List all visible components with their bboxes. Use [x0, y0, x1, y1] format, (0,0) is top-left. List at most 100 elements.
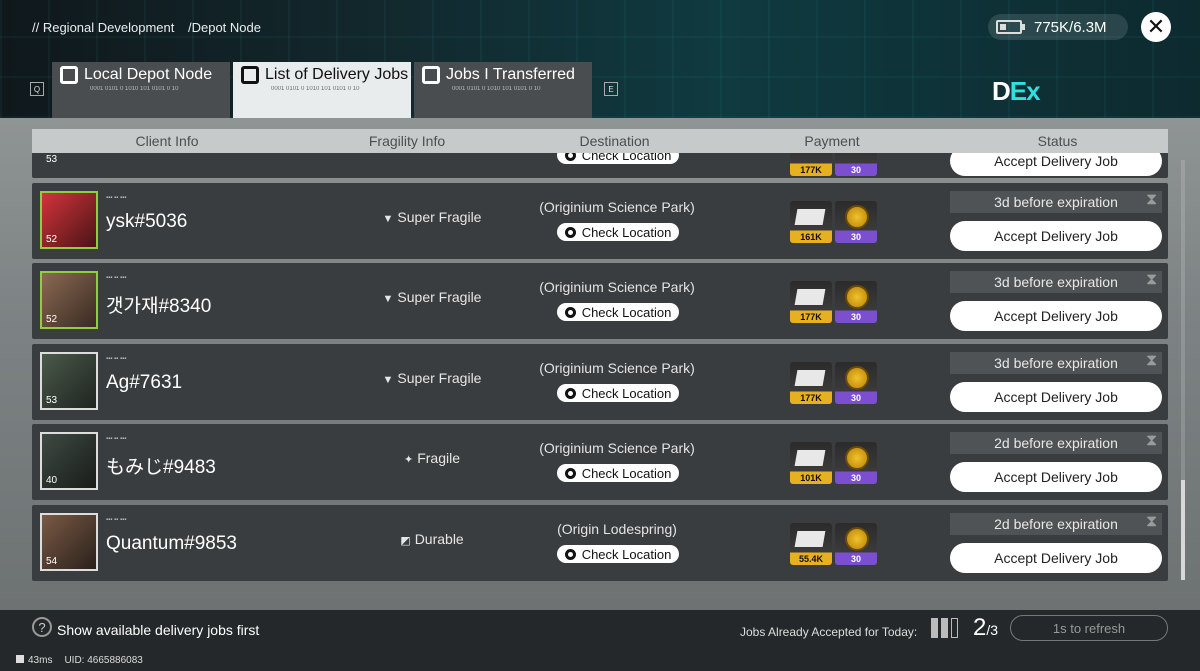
- payment-cash-value: 161K: [800, 232, 822, 242]
- fragility-label: Super Fragile: [397, 209, 482, 225]
- col-status: Status: [1037, 133, 1078, 149]
- accept-delivery-button[interactable]: Accept Delivery Job: [950, 221, 1162, 251]
- expiry-status: 3d before expiration: [950, 352, 1162, 374]
- fragility-info: ◩ Durable: [352, 531, 512, 547]
- tab-jobs-i-transferred[interactable]: Jobs I Transferred 0001 0101 0 1010 101 …: [414, 62, 592, 118]
- close-icon: ✕: [1146, 14, 1166, 39]
- refresh-button[interactable]: 1s to refresh: [1010, 615, 1168, 641]
- breadcrumb-item-regional[interactable]: // Regional Development: [32, 20, 174, 35]
- accept-label: Accept Delivery Job: [994, 153, 1118, 169]
- tab-label: Local Depot Node: [84, 66, 213, 83]
- resource-counter: 775K/6.3M: [988, 14, 1128, 40]
- client-level: 54: [46, 556, 58, 567]
- table-row-partial: 53 Check Location 177K 30 Accept Deliver…: [32, 134, 1168, 178]
- cash-icon: [794, 289, 826, 305]
- location-pin-icon: [564, 467, 576, 479]
- table-row[interactable]: 53 ▪▪▪ ▪▪ ▪▪▪ Ag#7631 ▼ Super Fragile (Or…: [32, 344, 1168, 420]
- payment-cash-value: 177K: [800, 165, 822, 175]
- scrollbar[interactable]: [1181, 160, 1185, 580]
- tab-label: Jobs I Transferred: [446, 66, 575, 83]
- client-name: Quantum#9853: [106, 533, 237, 554]
- client-level: 53: [46, 395, 58, 406]
- check-location-button[interactable]: Check Location: [557, 545, 679, 563]
- check-location-label: Check Location: [581, 304, 672, 320]
- check-location-button[interactable]: Check Location: [557, 464, 679, 482]
- client-name: Ag#7631: [106, 372, 183, 393]
- accepted-count: 2/3: [973, 614, 998, 642]
- payment-coin: 30: [835, 362, 877, 404]
- brand-logo: DEx: [992, 76, 1102, 110]
- payment-cash-value: 101K: [800, 473, 822, 483]
- signal-icon: [16, 655, 24, 663]
- cash-icon: [794, 450, 826, 466]
- fragility-label: Durable: [414, 531, 464, 547]
- client-tag: ▪▪▪ ▪▪ ▪▪▪: [106, 436, 127, 442]
- accept-delivery-button[interactable]: Accept Delivery Job: [950, 543, 1162, 573]
- fragile-icon: ✦: [403, 454, 414, 466]
- payment-coin: 30: [835, 201, 877, 243]
- client-avatar[interactable]: 54: [40, 513, 98, 571]
- tab-sub: 0001 0101 0 1010 101 0101 0 10: [271, 86, 360, 92]
- payment-coin: 30: [835, 523, 877, 565]
- col-client-info: Client Info: [135, 133, 199, 149]
- client-avatar[interactable]: 52: [40, 191, 98, 249]
- check-location-label: Check Location: [581, 385, 672, 401]
- super-fragile-icon: ▼: [382, 293, 394, 305]
- payment-coin-value: 30: [850, 312, 861, 322]
- payment-coin-value: 30: [850, 232, 861, 242]
- check-location-button[interactable]: Check Location: [557, 223, 679, 241]
- payment-coin-value: 30: [850, 393, 861, 403]
- accept-delivery-button[interactable]: Accept Delivery Job: [950, 462, 1162, 492]
- durable-icon: ◩: [400, 535, 411, 547]
- ping: 43ms: [16, 655, 52, 666]
- destination: (Origin Lodespring): [557, 521, 677, 537]
- location-pin-icon: [564, 306, 576, 318]
- payment-cash-value: 55.4K: [798, 554, 824, 564]
- breadcrumb: // Regional Development /Depot Node: [32, 20, 271, 35]
- cash-icon: [794, 209, 826, 225]
- col-destination: Destination: [579, 133, 650, 149]
- fragility-info: ✦ Fragile: [352, 450, 512, 466]
- client-tag: ▪▪▪ ▪▪ ▪▪▪: [106, 517, 127, 523]
- scrollbar-thumb[interactable]: [1181, 480, 1185, 580]
- check-location-label: Check Location: [581, 224, 672, 240]
- fragility-info: ▼ Super Fragile: [352, 370, 512, 386]
- coin-icon: [845, 527, 869, 551]
- accept-delivery-button[interactable]: Accept Delivery Job: [950, 301, 1162, 331]
- client-avatar[interactable]: 53: [40, 352, 98, 410]
- accept-label: Accept Delivery Job: [994, 228, 1118, 244]
- client-level: 53: [46, 154, 58, 165]
- accept-delivery-button[interactable]: Accept Delivery Job: [950, 382, 1162, 412]
- battery-icon: [996, 20, 1025, 34]
- fragility-label: Super Fragile: [397, 289, 482, 305]
- coin-icon: [845, 285, 869, 309]
- check-location-button[interactable]: Check Location: [557, 303, 679, 321]
- table-row[interactable]: 40 ▪▪▪ ▪▪ ▪▪▪ もみじ#9483 ✦ Fragile (Origini…: [32, 424, 1168, 500]
- payment-cash-value: 177K: [800, 312, 822, 322]
- close-button[interactable]: ✕: [1141, 12, 1171, 42]
- help-icon[interactable]: ?: [32, 617, 52, 637]
- show-available-first-toggle[interactable]: Show available delivery jobs first: [57, 622, 259, 638]
- table-header: Client Info Fragility Info Destination P…: [32, 129, 1168, 153]
- slot-empty: [951, 618, 958, 638]
- depot-icon: [241, 66, 259, 84]
- tab-local-depot-node[interactable]: Local Depot Node 0001 0101 0 1010 101 01…: [52, 62, 230, 118]
- payment-cash: 177K: [790, 281, 832, 323]
- client-tag: ▪▪▪ ▪▪ ▪▪▪: [106, 275, 127, 281]
- accept-label: Accept Delivery Job: [994, 389, 1118, 405]
- check-location-button[interactable]: Check Location: [557, 384, 679, 402]
- table-row[interactable]: 52 ▪▪▪ ▪▪ ▪▪▪ ysk#5036 ▼ Super Fragile (O…: [32, 183, 1168, 259]
- tab-list-of-delivery-jobs[interactable]: List of Delivery Jobs 0001 0101 0 1010 1…: [233, 62, 411, 118]
- client-avatar[interactable]: 52: [40, 271, 98, 329]
- tab-sub: 0001 0101 0 1010 101 0101 0 10: [90, 86, 179, 92]
- client-name: もみじ#9483: [106, 457, 216, 478]
- table-row[interactable]: 54 ▪▪▪ ▪▪ ▪▪▪ Quantum#9853 ◩ Durable (Ori…: [32, 505, 1168, 581]
- location-pin-icon: [564, 387, 576, 399]
- hourglass-icon: ⧗: [1146, 271, 1158, 288]
- table-row[interactable]: 52 ▪▪▪ ▪▪ ▪▪▪ 갯가재#8340 ▼ Super Fragile (O…: [32, 263, 1168, 339]
- fragility-label: Super Fragile: [397, 370, 482, 386]
- destination: (Originium Science Park): [539, 199, 695, 215]
- client-avatar[interactable]: 40: [40, 432, 98, 490]
- payment-coin-value: 30: [850, 473, 861, 483]
- client-level: 40: [46, 475, 58, 486]
